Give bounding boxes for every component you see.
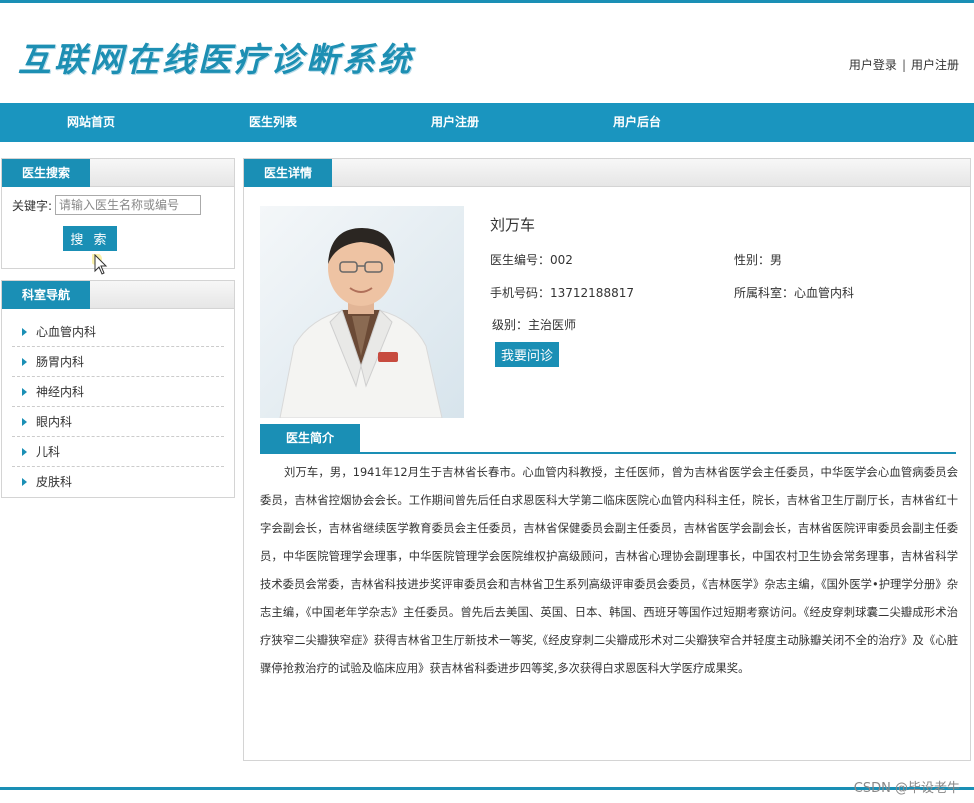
arrow-right-icon (22, 418, 27, 426)
watermark: CSDN @毕设老牛 (853, 781, 960, 796)
detail-panel-header: 医生详情 (244, 159, 970, 187)
department-nav-panel: 科室导航 心血管内科 肠胃内科 神经内科 眼内科 儿科 皮肤科 (1, 280, 235, 498)
doctor-detail-panel: 医生详情 刘万车 医生编号：002 性别：男 手机号码：13712188817 … (243, 158, 971, 761)
arrow-right-icon (22, 448, 27, 456)
search-panel-title: 医生搜索 (2, 159, 91, 187)
doctor-intro-text: 刘万车，男，1941年12月生于吉林省长春市。心血管内科教授，主任医师，曾为吉林… (260, 466, 958, 675)
arrow-right-icon (22, 478, 27, 486)
arrow-right-icon (22, 358, 27, 366)
header: 互联网在线医疗诊断系统 用户登录 | 用户注册 (0, 3, 974, 103)
dept-item-neurology[interactable]: 神经内科 (12, 377, 224, 407)
dept-item-gastro[interactable]: 肠胃内科 (12, 347, 224, 377)
doctor-department: 所属科室：心血管内科 (734, 286, 855, 300)
intro-title: 医生简介 (260, 424, 361, 452)
search-panel-header: 医生搜索 (2, 159, 234, 187)
nav-user-backend[interactable]: 用户后台 (613, 103, 661, 142)
site-logo[interactable]: 互联网在线医疗诊断系统 (18, 33, 414, 81)
nav-user-register[interactable]: 用户注册 (431, 103, 479, 142)
dept-item-label: 眼内科 (36, 415, 73, 429)
dept-item-label: 心血管内科 (36, 325, 97, 339)
doctor-level: 级别：主治医师 (492, 318, 577, 332)
dept-item-pediatrics[interactable]: 儿科 (12, 437, 224, 467)
dept-item-cardiology[interactable]: 心血管内科 (12, 317, 224, 347)
dept-panel-header: 科室导航 (2, 281, 234, 309)
keyword-label: 关键字: (12, 198, 53, 213)
dept-item-label: 肠胃内科 (36, 355, 85, 369)
bottom-accent-line (0, 787, 974, 790)
doctor-portrait-icon (260, 206, 464, 418)
dept-panel-title: 科室导航 (2, 281, 91, 309)
dept-list: 心血管内科 肠胃内科 神经内科 眼内科 儿科 皮肤科 (2, 309, 234, 497)
detail-panel-title: 医生详情 (244, 159, 333, 187)
user-links: 用户登录 | 用户注册 (849, 56, 959, 73)
doctor-photo (260, 206, 464, 418)
intro-header: 医生简介 (260, 424, 956, 454)
arrow-right-icon (22, 388, 27, 396)
doctor-phone: 手机号码：13712188817 (490, 286, 634, 300)
arrow-right-icon (22, 328, 27, 336)
link-separator: | (901, 58, 906, 72)
doctor-name: 刘万车 (490, 216, 536, 234)
consult-button[interactable]: 我要问诊 (495, 342, 559, 367)
doctor-gender: 性别：男 (734, 253, 783, 267)
nav-home[interactable]: 网站首页 (67, 103, 115, 142)
dept-item-label: 皮肤科 (36, 475, 73, 489)
dept-item-ophthalmology[interactable]: 眼内科 (12, 407, 224, 437)
dept-item-label: 神经内科 (36, 385, 85, 399)
search-row: 关键字: (12, 195, 202, 215)
main-nav: 网站首页 医生列表 用户注册 用户后台 (0, 103, 974, 142)
dept-item-dermatology[interactable]: 皮肤科 (12, 467, 224, 497)
search-input[interactable] (55, 195, 202, 215)
doctor-id: 医生编号：002 (490, 253, 573, 267)
register-link[interactable]: 用户注册 (911, 58, 959, 72)
nav-doctor-list[interactable]: 医生列表 (249, 103, 297, 142)
doctor-search-panel: 医生搜索 关键字: 搜 索 (1, 158, 235, 269)
search-button[interactable]: 搜 索 (63, 226, 117, 251)
mouse-cursor-icon (92, 254, 108, 275)
dept-item-label: 儿科 (36, 445, 61, 459)
login-link[interactable]: 用户登录 (849, 58, 897, 72)
